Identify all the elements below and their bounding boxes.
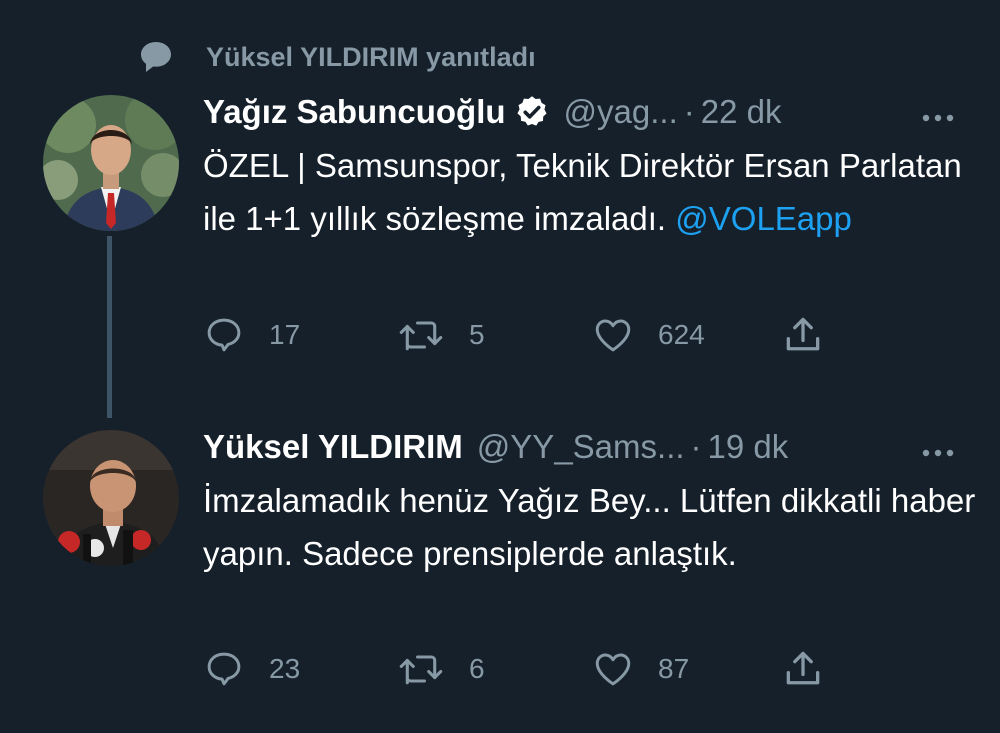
retweet-button[interactable]: 5	[397, 312, 485, 358]
author-handle[interactable]: @YY_Sams...	[477, 428, 685, 466]
like-icon	[595, 653, 631, 686]
timestamp[interactable]: 19 dk	[708, 428, 789, 466]
author-handle[interactable]: @yag...	[564, 93, 678, 131]
retweet-icon	[399, 321, 443, 351]
author-name[interactable]: Yüksel YILDIRIM	[203, 428, 463, 466]
speech-bubble-icon	[141, 42, 171, 72]
reply-count: 17	[269, 319, 301, 350]
more-icon[interactable]	[918, 435, 958, 471]
tweet-2[interactable]: Yüksel YILDIRIM @YY_Sams... · 19 dk İmza…	[203, 423, 980, 686]
thread-line	[107, 236, 112, 418]
avatar-yagiz[interactable]	[43, 95, 179, 231]
retweet-count: 5	[469, 319, 485, 350]
social-context: Yüksel YILDIRIM yanıtladı	[136, 34, 536, 80]
tweet-header: Yağız Sabuncuoğlu @yag... · 22 dk	[203, 88, 980, 136]
avatar-yagiz-image	[43, 95, 179, 231]
tweet-text-body: İmzalamadık henüz Yağız Bey... Lütfen di…	[203, 482, 976, 572]
share-button[interactable]	[781, 312, 825, 358]
retweet-count: 6	[469, 653, 485, 684]
tweet-header: Yüksel YILDIRIM @YY_Sams... · 19 dk	[203, 423, 980, 471]
like-count: 624	[658, 319, 705, 350]
tweet-text: ÖZEL | Samsunspor, Teknik Direktör Ersan…	[203, 139, 980, 245]
separator: ·	[683, 93, 695, 130]
separator: ·	[690, 428, 702, 465]
like-icon	[595, 319, 631, 352]
avatar-yuksel-image	[43, 430, 179, 566]
like-button[interactable]: 624	[592, 312, 705, 358]
reply-button[interactable]: 23	[203, 646, 300, 692]
avatar-yuksel[interactable]	[43, 430, 179, 566]
author-name[interactable]: Yağız Sabuncuoğlu	[203, 93, 506, 131]
like-count: 87	[658, 653, 690, 684]
reply-icon	[207, 318, 241, 352]
reply-icon	[207, 652, 241, 686]
tweet-1[interactable]: Yağız Sabuncuoğlu @yag... · 22 dk ÖZEL |…	[203, 88, 980, 352]
social-context-text: Yüksel YILDIRIM yanıtladı	[206, 41, 536, 72]
like-button[interactable]: 87	[592, 646, 689, 692]
mention-link[interactable]: @VOLEapp	[675, 200, 852, 237]
more-icon[interactable]	[918, 100, 958, 136]
tweet-text: İmzalamadık henüz Yağız Bey... Lütfen di…	[203, 474, 980, 580]
timestamp[interactable]: 22 dk	[701, 93, 782, 131]
reply-button[interactable]: 17	[203, 312, 300, 358]
retweet-icon	[399, 655, 443, 685]
share-icon	[786, 651, 820, 685]
retweet-button[interactable]: 6	[397, 646, 485, 692]
reply-count: 23	[269, 653, 301, 684]
share-button[interactable]	[781, 646, 825, 692]
share-icon	[786, 317, 820, 351]
verified-badge-icon	[516, 96, 547, 126]
